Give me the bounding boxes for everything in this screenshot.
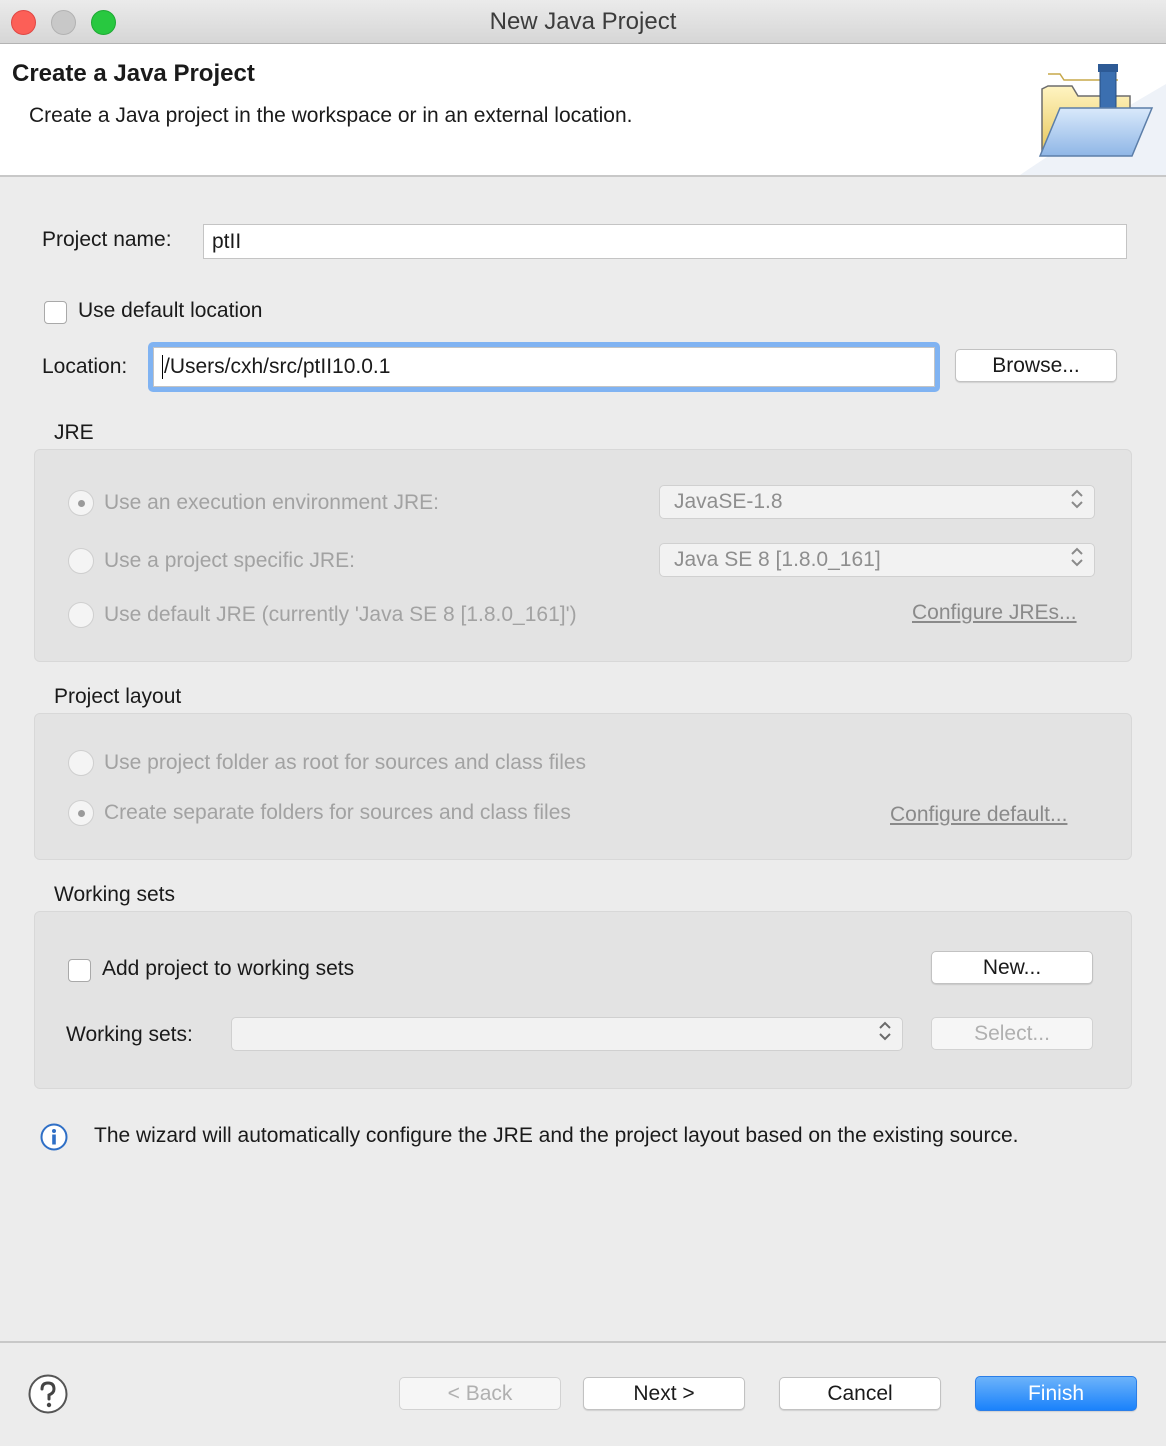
jre-specific-select[interactable]: Java SE 8 [1.8.0_161]: [659, 543, 1095, 577]
java-project-folder-icon: [1020, 44, 1166, 175]
layout-root-radio[interactable]: [68, 750, 94, 776]
banner-title: Create a Java Project: [12, 60, 255, 87]
layout-group: [34, 713, 1132, 860]
next-button[interactable]: Next >: [583, 1377, 745, 1410]
working-sets-group: [34, 911, 1132, 1089]
add-to-working-sets-checkbox[interactable]: [68, 959, 91, 982]
project-name-label: Project name:: [42, 228, 172, 251]
jre-env-radio[interactable]: [68, 490, 94, 516]
text-caret: [162, 355, 163, 379]
jre-specific-select-value: Java SE 8 [1.8.0_161]: [674, 548, 881, 571]
info-icon: [40, 1123, 68, 1151]
use-default-location-label: Use default location: [78, 299, 263, 322]
layout-separate-label: Create separate folders for sources and …: [104, 801, 571, 824]
jre-specific-radio[interactable]: [68, 548, 94, 574]
working-sets-group-label: Working sets: [54, 883, 175, 906]
footer-separator: [0, 1341, 1166, 1343]
jre-specific-label: Use a project specific JRE:: [104, 549, 355, 572]
project-name-input[interactable]: ptII: [203, 224, 1127, 259]
jre-default-label: Use default JRE (currently 'Java SE 8 [1…: [104, 603, 577, 626]
back-button[interactable]: < Back: [399, 1377, 561, 1410]
configure-default-link[interactable]: Configure default...: [890, 803, 1067, 827]
add-to-working-sets-label: Add project to working sets: [102, 957, 355, 980]
cancel-button[interactable]: Cancel: [779, 1377, 941, 1410]
window-titlebar: New Java Project: [0, 0, 1166, 44]
location-value: /Users/cxh/src/ptII10.0.1: [164, 355, 391, 378]
wizard-banner: Create a Java Project Create a Java proj…: [0, 44, 1166, 177]
layout-root-label: Use project folder as root for sources a…: [104, 751, 587, 774]
browse-button[interactable]: Browse...: [955, 349, 1117, 382]
select-working-sets-button[interactable]: Select...: [931, 1017, 1093, 1050]
jre-group-label: JRE: [54, 421, 94, 444]
finish-button[interactable]: Finish: [975, 1376, 1137, 1411]
info-message: The wizard will automatically configure …: [94, 1124, 1019, 1147]
new-working-set-button[interactable]: New...: [931, 951, 1093, 984]
layout-separate-radio[interactable]: [68, 800, 94, 826]
jre-default-radio[interactable]: [68, 602, 94, 628]
jre-env-label: Use an execution environment JRE:: [104, 491, 440, 514]
working-sets-select[interactable]: [231, 1017, 903, 1051]
layout-group-label: Project layout: [54, 685, 182, 708]
jre-env-select-value: JavaSE-1.8: [674, 490, 783, 513]
location-label: Location:: [42, 355, 128, 378]
configure-jres-link[interactable]: Configure JREs...: [912, 601, 1077, 625]
use-default-location-checkbox[interactable]: [44, 301, 67, 324]
project-name-value: ptII: [212, 229, 242, 253]
location-input[interactable]: /Users/cxh/src/ptII10.0.1: [153, 347, 935, 387]
up-down-arrows-icon: [1070, 546, 1084, 574]
up-down-arrows-icon: [1070, 488, 1084, 516]
window-title: New Java Project: [489, 8, 677, 35]
up-down-arrows-icon: [878, 1020, 892, 1048]
help-icon[interactable]: [28, 1374, 68, 1414]
banner-description: Create a Java project in the workspace o…: [29, 104, 633, 127]
working-sets-label: Working sets:: [66, 1023, 193, 1046]
jre-env-select[interactable]: JavaSE-1.8: [659, 485, 1095, 519]
